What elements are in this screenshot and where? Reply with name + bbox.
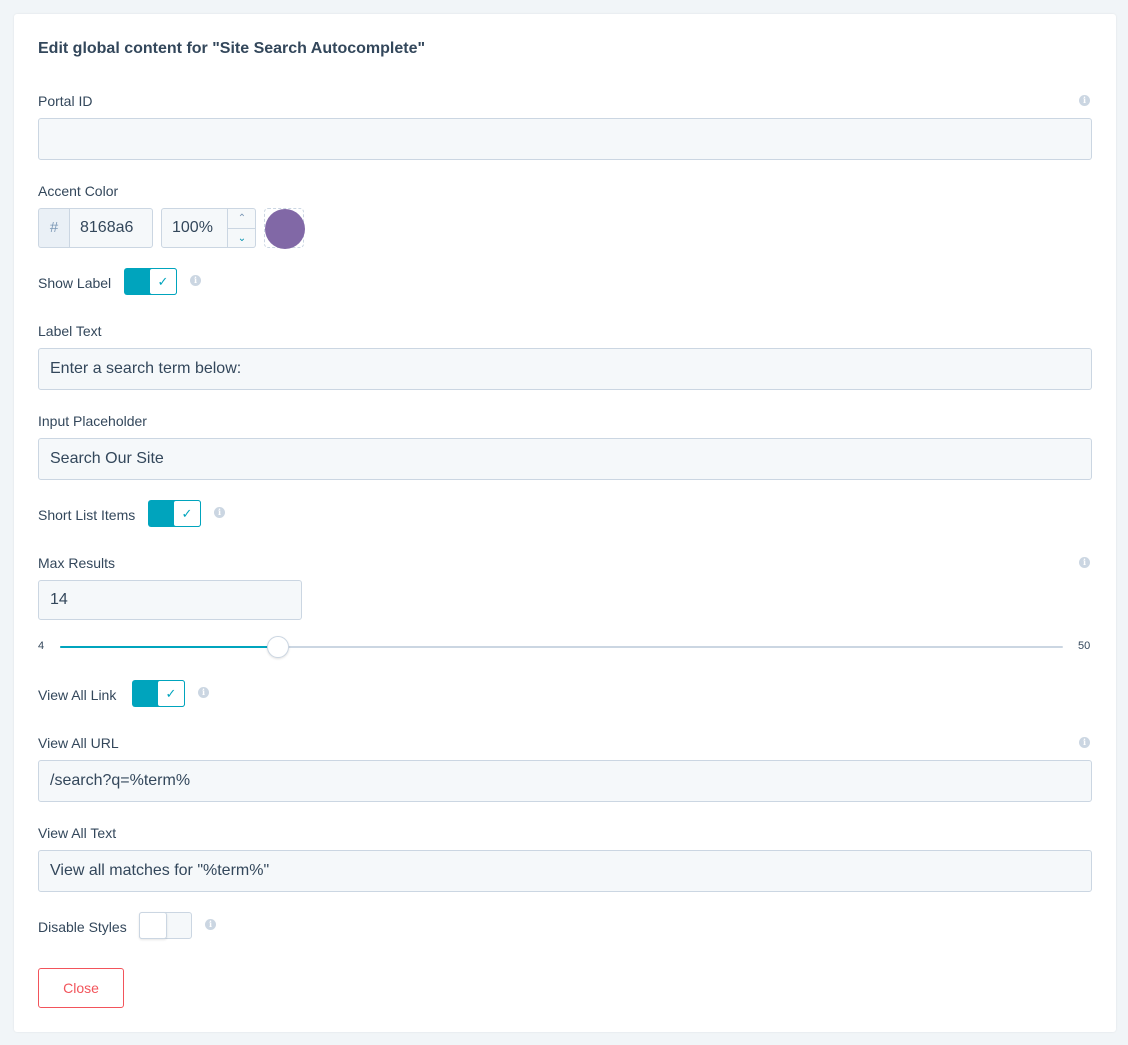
close-button[interactable]: Close (38, 968, 124, 1008)
max-results-slider[interactable] (60, 636, 1063, 658)
view-all-link-label: View All Link (38, 687, 117, 703)
info-icon[interactable]: i (1079, 737, 1090, 748)
check-icon: ✓ (157, 680, 185, 707)
info-icon[interactable]: i (1079, 557, 1090, 568)
portal-id-label: Portal ID (38, 93, 93, 109)
short-list-items-label: Short List Items (38, 507, 136, 523)
disable-styles-toggle[interactable] (139, 912, 192, 939)
accent-color-hex-input[interactable] (69, 208, 153, 248)
label-text-input[interactable] (38, 348, 1092, 390)
info-icon[interactable]: i (190, 275, 201, 286)
slider-min-label: 4 (38, 640, 45, 652)
slider-max-label: 50 (1078, 640, 1091, 652)
short-list-items-toggle[interactable]: ✓ (148, 500, 201, 527)
color-swatch[interactable] (265, 209, 305, 249)
info-icon[interactable]: i (198, 687, 209, 698)
view-all-text-input[interactable] (38, 850, 1092, 892)
disable-styles-label: Disable Styles (38, 919, 127, 935)
view-all-url-input[interactable] (38, 760, 1092, 802)
chevron-down-icon[interactable]: ⌄ (228, 228, 256, 247)
view-all-link-toggle[interactable]: ✓ (132, 680, 185, 707)
portal-id-input[interactable] (38, 118, 1092, 160)
label-text-label: Label Text (38, 323, 102, 339)
show-label-toggle[interactable]: ✓ (124, 268, 177, 295)
opacity-stepper: ⌃ ⌄ (227, 209, 256, 247)
accent-color-label: Accent Color (38, 183, 119, 199)
chevron-up-icon[interactable]: ⌃ (228, 209, 256, 228)
check-icon: ✓ (149, 268, 177, 295)
max-results-input[interactable] (38, 580, 302, 620)
info-icon[interactable]: i (214, 507, 225, 518)
slider-thumb[interactable] (267, 636, 290, 658)
color-swatch-button[interactable] (264, 208, 305, 249)
info-icon[interactable]: i (1079, 95, 1090, 106)
view-all-text-label: View All Text (38, 825, 117, 841)
input-placeholder-input[interactable] (38, 438, 1092, 480)
slider-fill (60, 646, 279, 648)
info-icon[interactable]: i (205, 919, 216, 930)
check-icon: ✓ (173, 500, 201, 527)
input-placeholder-label: Input Placeholder (38, 413, 147, 429)
toggle-knob (139, 912, 167, 939)
global-content-panel: Edit global content for "Site Search Aut… (14, 14, 1116, 1032)
hash-prefix: # (38, 208, 69, 248)
opacity-field[interactable]: 100% ⌃ ⌄ (161, 208, 256, 248)
show-label-label: Show Label (38, 275, 112, 291)
max-results-label: Max Results (38, 555, 116, 571)
page-title: Edit global content for "Site Search Aut… (38, 40, 426, 57)
opacity-value[interactable]: 100% (172, 219, 213, 236)
view-all-url-label: View All URL (38, 735, 119, 751)
